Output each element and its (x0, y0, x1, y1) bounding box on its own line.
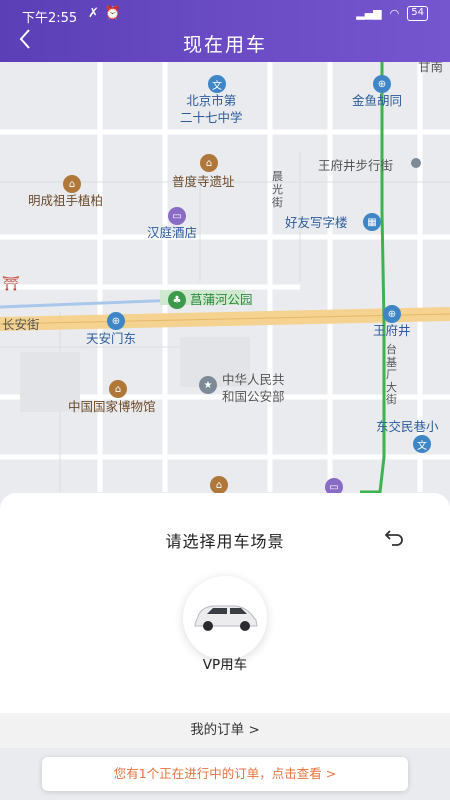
poi-wangfujing-street[interactable]: 王府井步行街 (318, 157, 393, 174)
status-notification-icons: ✗ ⏰ (88, 6, 121, 21)
page-title: 现在用车 (182, 34, 267, 56)
poi-mingcheng[interactable]: 明成祖手植柏 (28, 192, 103, 209)
poi-wangfujing[interactable]: 王府井 (373, 322, 411, 339)
metro-icon[interactable]: ⊕ (373, 75, 391, 93)
museum-icon[interactable]: ⌂ (109, 380, 127, 398)
metro-icon-tiananmen[interactable]: ⊕ (107, 312, 125, 330)
undo-icon (384, 530, 403, 546)
hotel-icon[interactable]: ▭ (168, 207, 186, 225)
poi-jinyu[interactable]: 金鱼胡同 (352, 92, 402, 109)
park-icon[interactable]: ♣ (168, 291, 186, 309)
poi-gan[interactable]: 甘南 (418, 62, 443, 75)
status-right: ▂▄▆ ◠ 54 (356, 6, 428, 21)
battery-icon: 54 (407, 6, 428, 21)
road-taijichang: 台 基 厂 大 街 (386, 343, 397, 406)
signal-icon: ▂▄▆ (356, 7, 382, 20)
poi-dongjiao[interactable]: 东交民巷小 (376, 418, 439, 435)
vp-car-label: VP用车 (202, 657, 248, 673)
poi-dot-icon (411, 158, 421, 168)
poi-tiananmen[interactable]: 天安门东 (86, 330, 136, 347)
metro-icon-wangfujing[interactable]: ⊕ (383, 305, 401, 323)
gate-icon[interactable]: ⛩ (2, 276, 20, 293)
ongoing-order-notice[interactable]: 您有1个正在进行中的订单，点击查看 > (42, 757, 408, 791)
temple-icon[interactable]: ⌂ (200, 154, 218, 172)
school-icon[interactable]: 文 (208, 75, 226, 93)
poi-school[interactable]: 北京市第 二十七中学 (180, 92, 243, 126)
status-bar: 下午2:55 ✗ ⏰ ▂▄▆ ◠ 54 (0, 0, 450, 26)
landmark-icon-2[interactable]: ⌂ (210, 476, 228, 494)
car-icon (194, 605, 258, 631)
poi-gonganbu[interactable]: 中华人民共 和国公安部 (222, 371, 285, 405)
poi-puduo[interactable]: 普度寺遗址 (172, 173, 235, 190)
landmark-icon[interactable]: ⌂ (63, 175, 81, 193)
scene-selection-sheet: 请选择用车场景 VP用车 (0, 493, 450, 748)
my-orders-button[interactable]: 我的订单 > (0, 713, 450, 748)
poi-hanting[interactable]: 汉庭酒店 (147, 224, 197, 241)
silent-icon: ✗ (88, 6, 99, 21)
vp-car-option[interactable] (183, 576, 267, 660)
school-icon-2[interactable]: 文 (413, 435, 431, 453)
refresh-button[interactable] (384, 527, 404, 551)
poi-youyou[interactable]: 好友写字楼 (285, 214, 348, 231)
government-icon[interactable]: ★ (199, 376, 217, 394)
app-header: 下午2:55 ✗ ⏰ ▂▄▆ ◠ 54 现在用车 (0, 0, 450, 62)
road-changan: 长安街 (2, 317, 40, 332)
poi-museum[interactable]: 中国国家博物馆 (68, 398, 156, 415)
status-time: 下午2:55 (22, 11, 78, 26)
alarm-icon: ⏰ (104, 6, 122, 21)
sheet-title: 请选择用车场景 (165, 532, 285, 551)
wifi-icon: ◠ (389, 7, 400, 20)
office-icon[interactable]: ▦ (363, 213, 381, 231)
poi-changpu[interactable]: 菖蒲河公园 (190, 291, 253, 308)
poi-chenguang-street: 晨 光 街 (272, 170, 283, 209)
